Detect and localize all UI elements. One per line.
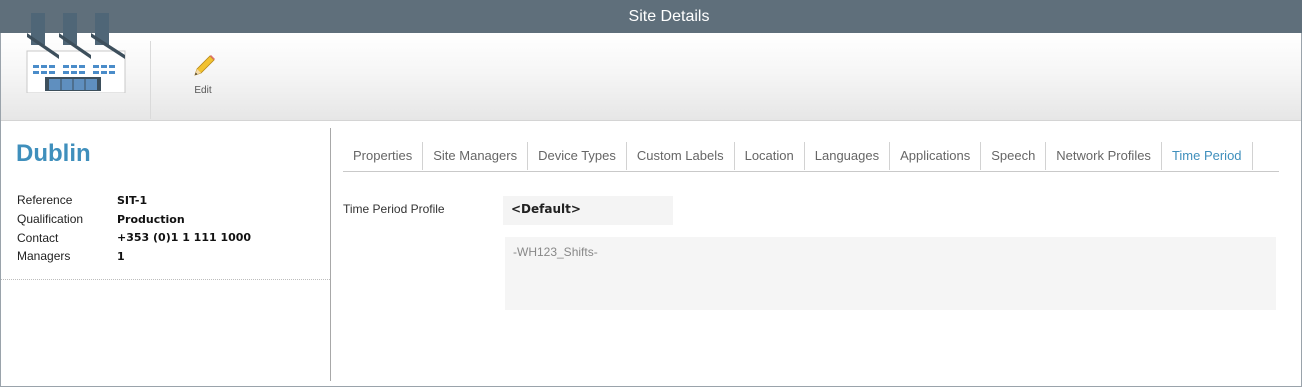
detail-value: +353 (0)1 1 111 1000 bbox=[117, 231, 252, 245]
tab-properties[interactable]: Properties bbox=[343, 141, 424, 170]
detail-row-managers: Managers 1 bbox=[17, 247, 251, 266]
detail-label: Reference bbox=[17, 193, 73, 208]
edit-button[interactable]: Edit bbox=[181, 53, 225, 105]
tab-network-profiles[interactable]: Network Profiles bbox=[1046, 141, 1162, 170]
tab-speech[interactable]: Speech bbox=[981, 141, 1047, 170]
site-name: Dublin bbox=[16, 140, 91, 167]
detail-value: 1 bbox=[117, 249, 125, 263]
edit-label: Edit bbox=[194, 85, 212, 96]
time-period-detail-box: -WH123_Shifts- bbox=[505, 237, 1276, 310]
tab-custom-labels[interactable]: Custom Labels bbox=[627, 141, 735, 170]
detail-row-contact: Contact +353 (0)1 1 111 1000 bbox=[17, 228, 251, 247]
detail-value: Production bbox=[117, 212, 185, 226]
site-details-list: Reference SIT-1 Qualification Production… bbox=[17, 191, 251, 266]
title-bar: Site Details bbox=[0, 0, 1302, 33]
tab-device-types[interactable]: Device Types bbox=[528, 141, 627, 170]
time-period-profile-label: Time Period Profile bbox=[343, 202, 445, 216]
window-title: Site Details bbox=[628, 7, 710, 25]
tab-languages[interactable]: Languages bbox=[805, 141, 891, 170]
toolbar: Edit bbox=[1, 13, 1301, 121]
detail-row-qualification: Qualification Production bbox=[17, 210, 251, 229]
factory-icon bbox=[26, 13, 126, 93]
panel-divider bbox=[330, 128, 331, 381]
tab-bar: Properties Site Managers Device Types Cu… bbox=[343, 140, 1279, 172]
tab-applications[interactable]: Applications bbox=[890, 141, 982, 170]
detail-value: SIT-1 bbox=[117, 193, 148, 207]
detail-label: Contact bbox=[17, 230, 59, 245]
tab-site-managers[interactable]: Site Managers bbox=[423, 141, 529, 170]
detail-row-reference: Reference SIT-1 bbox=[17, 191, 251, 210]
time-period-profile-select[interactable]: <Default> bbox=[503, 196, 673, 225]
detail-label: Managers bbox=[17, 249, 71, 264]
tab-location[interactable]: Location bbox=[735, 141, 805, 170]
tab-time-period[interactable]: Time Period bbox=[1162, 141, 1253, 170]
toolbar-separator bbox=[150, 41, 151, 119]
pencil-icon bbox=[194, 55, 215, 76]
detail-label: Qualification bbox=[17, 212, 84, 227]
